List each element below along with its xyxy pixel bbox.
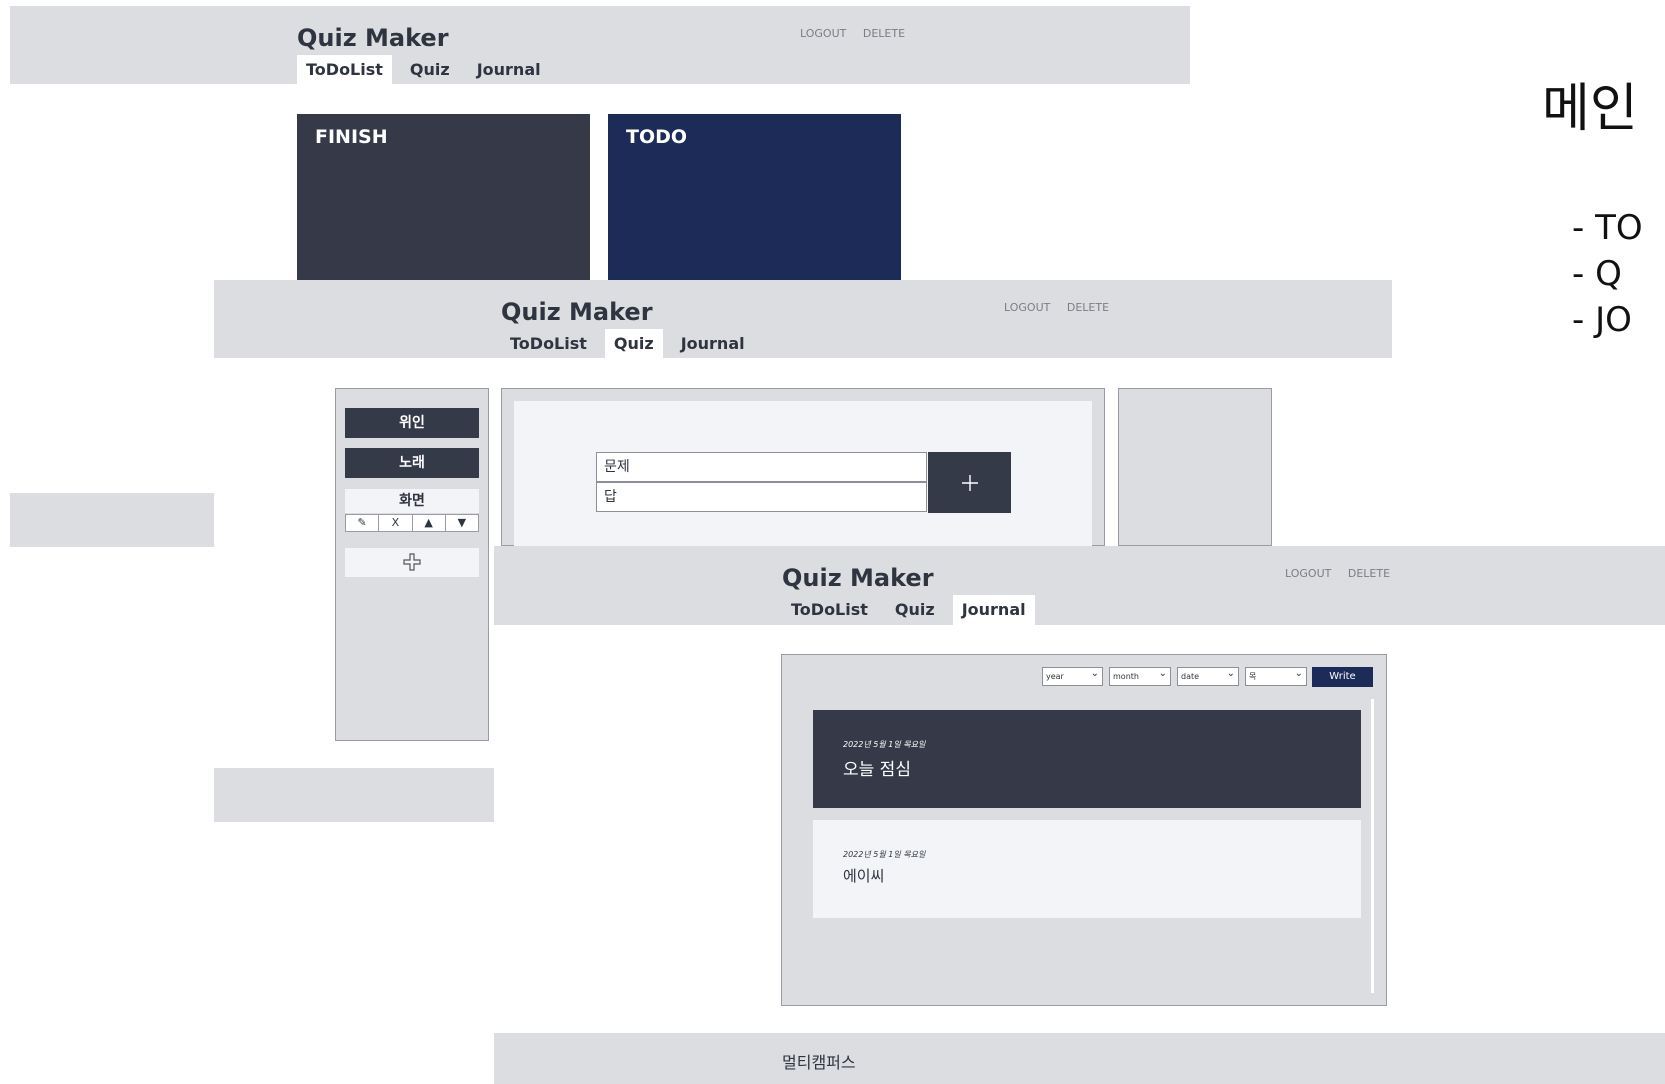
quiz-input-area: 문제 답 — [514, 401, 1092, 547]
entry-date: 2022년 5월 1일 목요일 — [843, 740, 926, 749]
logout-link[interactable]: LOGOUT — [1004, 301, 1050, 314]
footer-text: 멀티캠퍼스 — [782, 1053, 856, 1072]
footer: 멀티캠퍼스 — [494, 1033, 1665, 1084]
journal-header: Quiz Maker LOGOUT DELETE ToDoList Quiz J… — [494, 546, 1665, 625]
category-controls: ✎ X ▲ ▼ — [345, 514, 479, 532]
add-quiz-button[interactable] — [928, 452, 1011, 513]
category-item-위인[interactable]: 위인 — [345, 408, 479, 438]
side-gray-block — [214, 768, 494, 822]
account-links: LOGOUT DELETE — [1285, 567, 1403, 580]
delete-link[interactable]: DELETE — [1067, 301, 1109, 314]
category-item-화면[interactable]: 화면 — [345, 489, 479, 513]
tab-todolist[interactable]: ToDoList — [501, 329, 596, 359]
tab-journal[interactable]: Journal — [468, 55, 550, 85]
side-list-item: - Q — [1572, 254, 1622, 294]
tab-quiz[interactable]: Quiz — [886, 595, 944, 625]
account-links: LOGOUT DELETE — [800, 27, 918, 40]
app-logo[interactable]: Quiz Maker — [782, 564, 934, 592]
move-up-icon[interactable]: ▲ — [413, 515, 446, 531]
journal-panel: year month date 목 Write 2022년 5월 1일 목요일 … — [781, 654, 1387, 1006]
plus-icon — [962, 475, 978, 491]
quiz-input-panel: 문제 답 — [501, 388, 1105, 547]
category-item-노래[interactable]: 노래 — [345, 448, 479, 478]
side-list-item: - JO — [1572, 300, 1632, 340]
tab-quiz[interactable]: Quiz — [604, 329, 663, 359]
nav-tabs: ToDoList Quiz Journal — [782, 595, 1044, 625]
logout-link[interactable]: LOGOUT — [800, 27, 846, 40]
quiz-category-sidebar: 위인 노래 화면 ✎ X ▲ ▼ — [335, 388, 489, 741]
answer-input[interactable]: 답 — [596, 482, 927, 512]
delete-link[interactable]: DELETE — [1348, 567, 1390, 580]
side-title: 메인 — [1542, 79, 1638, 139]
app-logo[interactable]: Quiz Maker — [297, 24, 449, 52]
tab-journal[interactable]: Journal — [672, 329, 754, 359]
tab-quiz[interactable]: Quiz — [401, 55, 459, 85]
move-down-icon[interactable]: ▼ — [446, 515, 478, 531]
nav-tabs: ToDoList Quiz Journal — [501, 329, 763, 359]
tab-todolist[interactable]: ToDoList — [782, 595, 877, 625]
logout-link[interactable]: LOGOUT — [1285, 567, 1331, 580]
weekday-select[interactable]: 목 — [1245, 665, 1307, 686]
add-category-button[interactable] — [345, 548, 479, 577]
tab-todolist[interactable]: ToDoList — [297, 55, 392, 85]
date-select[interactable]: date — [1177, 665, 1239, 686]
journal-entry[interactable]: 2022년 5월 1일 목요일 오늘 점심 — [813, 710, 1361, 808]
edit-icon[interactable]: ✎ — [346, 515, 380, 531]
side-gray-block — [10, 493, 214, 547]
write-button[interactable]: Write — [1312, 667, 1373, 687]
account-links: LOGOUT DELETE — [1004, 301, 1122, 314]
quiz-preview-panel — [1118, 388, 1272, 546]
todo-label: TODO — [626, 126, 688, 148]
nav-tabs: ToDoList Quiz Journal — [297, 55, 559, 85]
entry-date: 2022년 5월 1일 목요일 — [843, 850, 926, 859]
journal-scrollbar[interactable] — [1371, 699, 1374, 993]
tab-journal[interactable]: Journal — [952, 595, 1035, 625]
plus-icon — [403, 553, 421, 571]
journal-entry[interactable]: 2022년 5월 1일 목요일 에이씨 — [813, 820, 1361, 918]
entry-title: 오늘 점심 — [843, 760, 911, 780]
app-logo[interactable]: Quiz Maker — [501, 298, 653, 326]
todo-card[interactable]: TODO — [608, 114, 901, 280]
question-input[interactable]: 문제 — [596, 452, 927, 482]
finish-card[interactable]: FINISH — [297, 114, 590, 280]
delete-icon[interactable]: X — [379, 515, 413, 531]
quiz-header: Quiz Maker LOGOUT DELETE ToDoList Quiz J… — [214, 280, 1392, 359]
delete-link[interactable]: DELETE — [863, 27, 905, 40]
finish-label: FINISH — [315, 126, 388, 148]
year-select[interactable]: year — [1042, 665, 1103, 686]
todolist-header: Quiz Maker LOGOUT DELETE ToDoList Quiz J… — [10, 6, 1190, 85]
side-list-item: - TO — [1572, 208, 1643, 248]
month-select[interactable]: month — [1109, 665, 1171, 686]
entry-title: 에이씨 — [843, 867, 885, 885]
